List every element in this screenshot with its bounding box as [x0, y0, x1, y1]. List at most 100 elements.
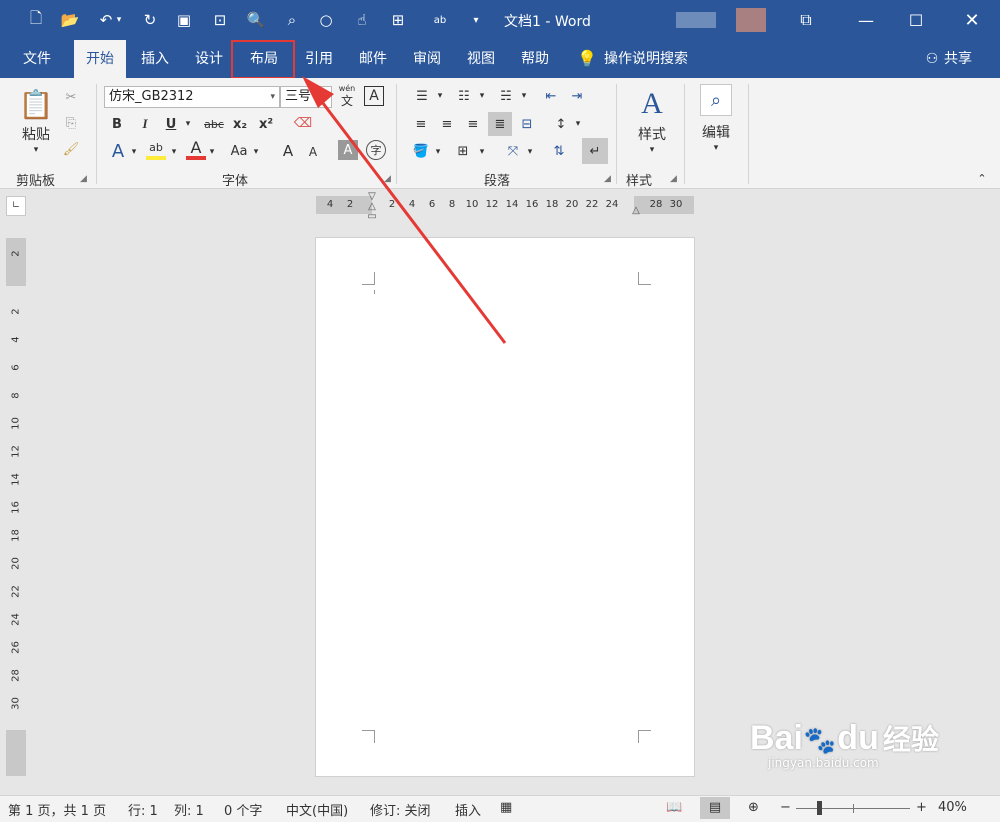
- styles-launcher-icon[interactable]: ◢: [670, 174, 677, 184]
- undo-dropdown-icon[interactable]: ▾: [112, 8, 126, 32]
- editing-dropdown-icon[interactable]: ▾: [710, 142, 722, 154]
- underline-button[interactable]: U: [162, 114, 180, 134]
- tab-mailings[interactable]: 邮件: [348, 40, 398, 78]
- text-effects-icon[interactable]: A: [108, 140, 128, 162]
- strikethrough-button[interactable]: abc: [202, 114, 226, 134]
- styles-gallery-icon[interactable]: A: [632, 86, 672, 122]
- zoom-level[interactable]: 40%: [938, 800, 967, 815]
- spelling-icon[interactable]: ab: [428, 8, 452, 32]
- align-left-icon[interactable]: ≡: [410, 114, 432, 134]
- numbering-icon[interactable]: ☷: [452, 86, 476, 106]
- font-color-icon[interactable]: A: [186, 138, 206, 160]
- shading-dropdown-icon[interactable]: ▾: [432, 142, 444, 162]
- sort-icon[interactable]: ⇅: [548, 140, 570, 162]
- tell-me-search[interactable]: 操作说明搜索: [604, 40, 700, 78]
- tab-design[interactable]: 设计: [184, 40, 234, 78]
- share-button[interactable]: 共享: [944, 40, 980, 78]
- italic-button[interactable]: I: [136, 114, 154, 134]
- tab-view[interactable]: 视图: [456, 40, 506, 78]
- document-page[interactable]: [316, 238, 694, 776]
- font-name-combo[interactable]: 仿宋_GB2312 ▾: [104, 86, 280, 108]
- tab-home[interactable]: 开始: [74, 40, 126, 78]
- styles-button[interactable]: 样式: [630, 124, 674, 144]
- shading-icon[interactable]: 🪣: [410, 140, 432, 162]
- align-center-icon[interactable]: ≡: [436, 114, 458, 134]
- tab-selector-icon[interactable]: ∟: [6, 196, 26, 216]
- grow-font-button[interactable]: A: [278, 140, 298, 162]
- tab-file[interactable]: 文件: [12, 40, 62, 78]
- font-size-dropdown-icon[interactable]: ▾: [322, 87, 327, 107]
- vertical-ruler[interactable]: 22468101214161820222426283034: [6, 238, 26, 776]
- web-layout-icon[interactable]: ⊕: [748, 800, 759, 815]
- close-icon[interactable]: ✕: [946, 0, 998, 40]
- paste-icon[interactable]: 📋: [18, 86, 54, 122]
- maximize-icon[interactable]: ☐: [890, 0, 942, 40]
- right-indent-marker-icon[interactable]: △: [630, 205, 642, 217]
- new-document-icon[interactable]: 🗋: [24, 8, 48, 32]
- change-case-button[interactable]: Aa: [228, 140, 250, 162]
- redo-icon[interactable]: ↻: [138, 8, 162, 32]
- font-launcher-icon[interactable]: ◢: [384, 174, 391, 184]
- save-as-icon[interactable]: ⊡: [208, 8, 232, 32]
- minimize-icon[interactable]: —: [840, 0, 892, 40]
- line-spacing-dropdown-icon[interactable]: ▾: [572, 114, 584, 134]
- zoom-in-icon[interactable]: +: [916, 800, 927, 815]
- superscript-button[interactable]: x²: [256, 114, 276, 134]
- show-hide-marks-icon[interactable]: ↵: [582, 138, 608, 164]
- status-track-changes[interactable]: 修订: 关闭: [370, 800, 431, 819]
- status-word-count[interactable]: 0 个字: [224, 800, 262, 819]
- align-right-icon[interactable]: ≡: [462, 114, 484, 134]
- zoom-slider-thumb[interactable]: [816, 801, 822, 815]
- account-avatar[interactable]: [736, 8, 766, 32]
- copy-icon[interactable]: ⎘: [60, 112, 82, 134]
- chinese-layout-icon[interactable]: ⤧: [502, 140, 524, 162]
- clear-formatting-icon[interactable]: ⌫: [292, 112, 314, 134]
- status-column[interactable]: 列: 1: [174, 800, 204, 819]
- touch-mode-icon[interactable]: ☝: [350, 8, 374, 32]
- paste-button[interactable]: 粘贴: [14, 124, 58, 144]
- font-color-dropdown-icon[interactable]: ▾: [206, 142, 218, 162]
- tab-references[interactable]: 引用: [294, 40, 344, 78]
- borders-icon[interactable]: ⊞: [452, 140, 474, 162]
- macro-record-icon[interactable]: ▦: [500, 800, 512, 815]
- tab-insert[interactable]: 插入: [130, 40, 180, 78]
- collapse-ribbon-icon[interactable]: ⌃: [974, 170, 990, 186]
- open-folder-icon[interactable]: 📂: [58, 8, 82, 32]
- highlight-dropdown-icon[interactable]: ▾: [168, 142, 180, 162]
- text-effects-dropdown-icon[interactable]: ▾: [128, 142, 140, 162]
- find-icon[interactable]: ⌕: [280, 8, 304, 32]
- print-preview-icon[interactable]: 🔍: [244, 8, 268, 32]
- enclose-characters-button[interactable]: 字: [366, 140, 386, 160]
- status-insert-mode[interactable]: 插入: [455, 800, 481, 819]
- ribbon-display-icon[interactable]: ⧉: [780, 0, 832, 40]
- format-painter-icon[interactable]: 🖌: [60, 138, 82, 160]
- tab-help[interactable]: 帮助: [510, 40, 560, 78]
- indent-marker-icon[interactable]: ▽ △ ▭: [366, 192, 378, 222]
- status-language[interactable]: 中文(中国): [286, 800, 348, 819]
- styles-dropdown-icon[interactable]: ▾: [646, 144, 658, 156]
- justify-icon[interactable]: ≣: [488, 112, 512, 136]
- share-person-icon[interactable]: ⚇: [922, 40, 942, 78]
- search-icon[interactable]: ⌕: [700, 84, 732, 116]
- clipboard-launcher-icon[interactable]: ◢: [80, 174, 87, 184]
- character-border-button[interactable]: A: [364, 86, 384, 106]
- editing-button[interactable]: 编辑: [694, 122, 738, 142]
- cut-icon[interactable]: ✂: [60, 86, 82, 108]
- table-icon[interactable]: ⊞: [386, 8, 410, 32]
- phonetic-guide-button[interactable]: 文: [336, 92, 358, 108]
- multilevel-list-icon[interactable]: ☵: [494, 86, 518, 106]
- bullets-icon[interactable]: ☰: [410, 86, 434, 106]
- font-name-dropdown-icon[interactable]: ▾: [270, 87, 275, 107]
- underline-dropdown-icon[interactable]: ▾: [182, 114, 194, 134]
- multilevel-dropdown-icon[interactable]: ▾: [518, 86, 530, 106]
- line-spacing-icon[interactable]: ↕: [550, 114, 572, 134]
- shrink-font-button[interactable]: A: [304, 142, 322, 162]
- increase-indent-icon[interactable]: ⇥: [566, 86, 588, 106]
- status-line[interactable]: 行: 1: [128, 800, 158, 819]
- borders-dropdown-icon[interactable]: ▾: [476, 142, 488, 162]
- bold-button[interactable]: B: [108, 114, 126, 134]
- read-mode-icon[interactable]: 📖: [666, 800, 682, 815]
- customize-toolbar-icon[interactable]: ▾: [464, 8, 488, 32]
- numbering-dropdown-icon[interactable]: ▾: [476, 86, 488, 106]
- decrease-indent-icon[interactable]: ⇤: [540, 86, 562, 106]
